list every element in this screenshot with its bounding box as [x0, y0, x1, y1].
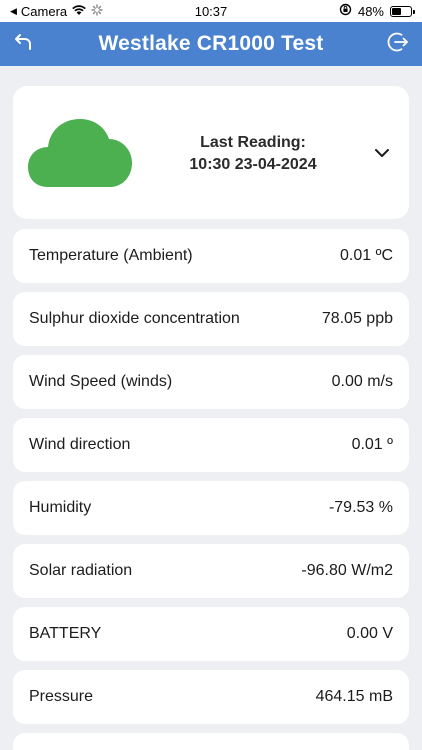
metrics-list: Temperature (Ambient) 0.01 ºC Sulphur di…	[13, 229, 409, 750]
metric-value: 0.01 º	[351, 436, 393, 453]
metric-value: 464.15 mB	[315, 688, 393, 705]
last-reading-time: 10:30 23-04-2024	[189, 156, 317, 173]
metric-label: Solar radiation	[29, 562, 133, 579]
expand-button[interactable]	[369, 141, 395, 167]
orientation-lock-icon	[339, 3, 352, 19]
metric-row[interactable]: Sulphur dioxide concentration 78.05 ppb	[13, 292, 409, 346]
battery-icon	[390, 5, 415, 17]
metric-value: -96.80 W/m2	[301, 562, 393, 579]
metric-row-partial[interactable]	[13, 733, 409, 750]
metric-row[interactable]: Wind Speed (winds) 0.00 m/s	[13, 355, 409, 409]
metric-row[interactable]: BATTERY 0.00 V	[13, 607, 409, 661]
battery-percent: 48%	[357, 3, 384, 19]
metric-row[interactable]: Pressure 464.15 mB	[13, 670, 409, 724]
undo-arrow-icon	[13, 31, 35, 58]
last-reading: Last Reading: 10:30 23-04-2024	[163, 132, 343, 176]
back-app-label: Camera	[20, 3, 68, 19]
battery-fill	[392, 7, 401, 15]
last-reading-card: Last Reading: 10:30 23-04-2024	[13, 86, 409, 219]
metric-value: 0.00 V	[346, 625, 393, 642]
activity-spinner-icon	[91, 3, 103, 19]
logout-button[interactable]	[376, 22, 420, 66]
page-title: Westlake CR1000 Test	[98, 32, 324, 55]
metric-value: 78.05 ppb	[321, 310, 393, 327]
metric-label: Humidity	[29, 499, 92, 516]
metric-row[interactable]: Solar radiation -96.80 W/m2	[13, 544, 409, 598]
chevron-down-icon	[374, 145, 390, 163]
cloud-icon	[28, 117, 132, 194]
metric-row[interactable]: Wind direction 0.01 º	[13, 418, 409, 472]
metric-row[interactable]: Humidity -79.53 %	[13, 481, 409, 535]
metric-label: Wind Speed (winds)	[29, 373, 173, 390]
metric-label: Sulphur dioxide concentration	[29, 310, 240, 327]
status-right: 48%	[339, 3, 415, 19]
metric-label: BATTERY	[29, 625, 102, 642]
back-button[interactable]	[2, 22, 46, 66]
last-reading-label: Last Reading:	[200, 134, 306, 151]
metric-row[interactable]: Temperature (Ambient) 0.01 ºC	[13, 229, 409, 283]
logout-icon	[386, 30, 410, 59]
status-left[interactable]: ◀ Camera	[10, 4, 103, 19]
metric-value: -79.53 %	[328, 499, 393, 516]
metric-label: Pressure	[29, 688, 94, 705]
metric-value: 0.00 m/s	[331, 373, 393, 390]
metric-label: Wind direction	[29, 436, 131, 453]
app-header: Westlake CR1000 Test	[0, 22, 422, 66]
back-to-app-icon: ◀	[10, 5, 17, 16]
metric-value: 0.01 ºC	[340, 247, 393, 264]
wifi-icon	[71, 4, 87, 19]
metric-label: Temperature (Ambient)	[29, 247, 193, 264]
status-bar: ◀ Camera 10:37 48%	[0, 0, 422, 22]
